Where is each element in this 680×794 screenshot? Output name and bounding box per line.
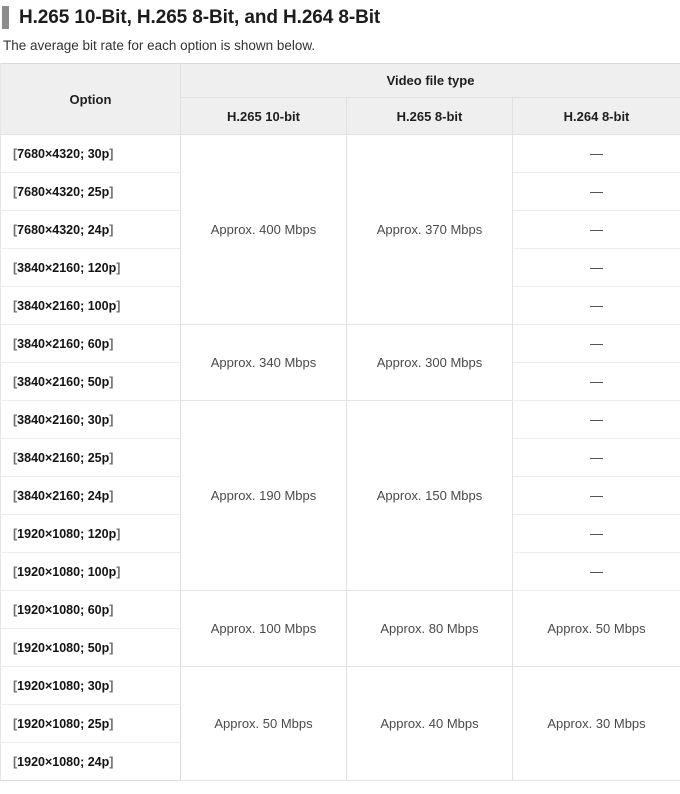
option-cell: [7680×4320; 24p] <box>0 210 181 249</box>
column-header-h265-10bit: H.265 10-bit <box>180 97 347 135</box>
page-root: H.265 10-Bit, H.265 8-Bit, and H.264 8-B… <box>0 0 680 794</box>
table-row: [7680×4320; 30p] Approx. 400 Mbps Approx. … <box>0 134 680 325</box>
bitrate-unavailable-h264-8bit: — <box>512 324 680 363</box>
option-cell: [3840×2160; 30p] <box>0 400 181 439</box>
bitrate-value-h265-8bit: Approx. 40 Mbps <box>346 666 513 781</box>
bitrate-value-h265-8bit: Approx. 370 Mbps <box>346 134 513 325</box>
bitrate-unavailable-h264-8bit: — <box>512 286 680 325</box>
bitrate-value-h265-8bit: Approx. 300 Mbps <box>346 324 513 401</box>
bitrate-value-h265-10bit: Approx. 190 Mbps <box>180 400 347 591</box>
option-cell: [3840×2160; 120p] <box>0 248 181 287</box>
option-cell: [3840×2160; 50p] <box>0 362 181 401</box>
bitrate-unavailable-h264-8bit: — <box>512 362 680 401</box>
table-header-row-1: Option Video file type <box>0 63 680 135</box>
option-cell: [7680×4320; 30p] <box>0 134 181 173</box>
bitrate-unavailable-h264-8bit: — <box>512 172 680 211</box>
heading-accent-bar <box>2 6 9 29</box>
bitrate-value-h265-8bit: Approx. 80 Mbps <box>346 590 513 667</box>
bitrate-unavailable-h264-8bit: — <box>512 514 680 553</box>
option-cell: [3840×2160; 60p] <box>0 324 181 363</box>
table-row: [1920×1080; 60p] Approx. 100 Mbps Approx. … <box>0 590 680 667</box>
bitrate-unavailable-h264-8bit: — <box>512 134 680 173</box>
bitrate-value-h265-8bit: Approx. 150 Mbps <box>346 400 513 591</box>
option-cell: [1920×1080; 30p] <box>0 666 181 705</box>
option-cell: [3840×2160; 100p] <box>0 286 181 325</box>
column-header-h264-8bit: H.264 8-bit <box>512 97 680 135</box>
column-header-video-file-type: Video file type <box>180 63 680 98</box>
bitrate-value-h265-10bit: Approx. 340 Mbps <box>180 324 347 401</box>
bitrate-unavailable-h264-8bit: — <box>512 210 680 249</box>
bitrate-unavailable-h264-8bit: — <box>512 476 680 515</box>
option-cell: [3840×2160; 24p] <box>0 476 181 515</box>
page-title: H.265 10-Bit, H.265 8-Bit, and H.264 8-B… <box>19 7 381 28</box>
option-cell: [1920×1080; 24p] <box>0 742 181 781</box>
column-header-h265-8bit: H.265 8-bit <box>346 97 513 135</box>
option-cell: [1920×1080; 100p] <box>0 552 181 591</box>
option-cell: [1920×1080; 60p] <box>0 590 181 629</box>
table-row: [1920×1080; 30p] Approx. 50 Mbps Approx. 4… <box>0 666 680 781</box>
bitrate-unavailable-h264-8bit: — <box>512 400 680 439</box>
option-cell: [1920×1080; 120p] <box>0 514 181 553</box>
page-subtitle: The average bit rate for each option is … <box>3 38 316 53</box>
option-cell: [1920×1080; 50p] <box>0 628 181 667</box>
bitrate-value-h265-10bit: Approx. 100 Mbps <box>180 590 347 667</box>
option-cell: [1920×1080; 25p] <box>0 704 181 743</box>
option-cell: [3840×2160; 25p] <box>0 438 181 477</box>
bitrate-value-h265-10bit: Approx. 400 Mbps <box>180 134 347 325</box>
table-head: Option Video file type H.265 10-bit H.26… <box>0 63 680 135</box>
table-body: [7680×4320; 30p] Approx. 400 Mbps Approx. … <box>0 134 680 781</box>
bitrate-value-h264-8bit: Approx. 50 Mbps <box>512 590 680 667</box>
bitrate-value-h265-10bit: Approx. 50 Mbps <box>180 666 347 781</box>
column-header-option: Option <box>0 63 181 135</box>
table-row: [3840×2160; 30p] Approx. 190 Mbps Approx. … <box>0 400 680 591</box>
bitrate-unavailable-h264-8bit: — <box>512 438 680 477</box>
bitrate-unavailable-h264-8bit: — <box>512 248 680 287</box>
bitrate-table: Option Video file type H.265 10-bit H.26… <box>0 63 680 781</box>
bitrate-value-h264-8bit: Approx. 30 Mbps <box>512 666 680 781</box>
option-cell: [7680×4320; 25p] <box>0 172 181 211</box>
page-heading: H.265 10-Bit, H.265 8-Bit, and H.264 8-B… <box>0 0 680 31</box>
bitrate-unavailable-h264-8bit: — <box>512 552 680 591</box>
table-row: [3840×2160; 60p] Approx. 340 Mbps Approx. … <box>0 324 680 401</box>
